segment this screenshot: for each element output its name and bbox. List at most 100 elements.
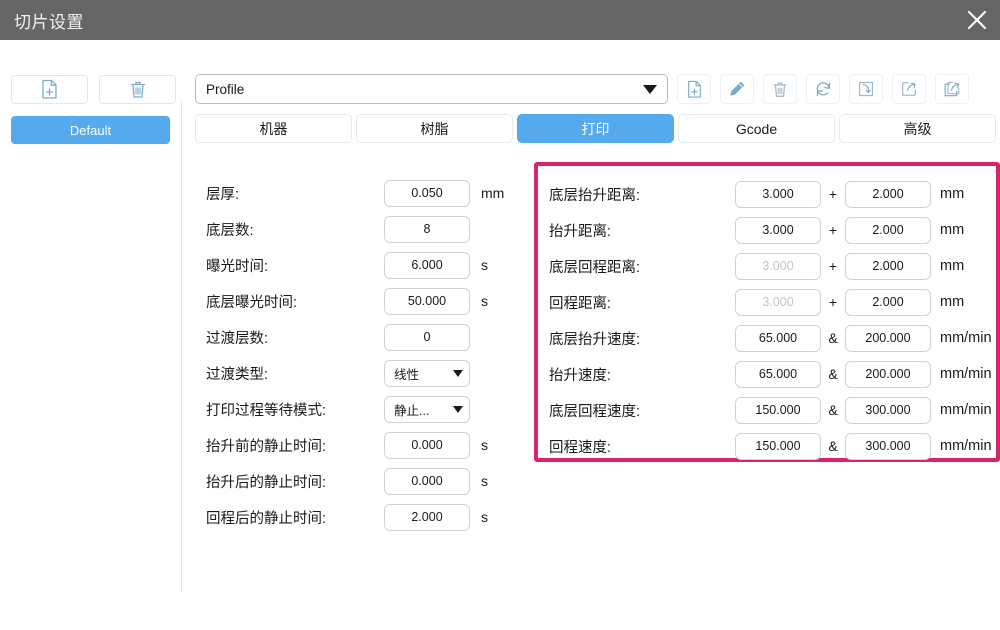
export-all-button[interactable]: [935, 74, 969, 104]
chevron-down-icon: [453, 405, 463, 413]
setting-label: 过渡类型:: [206, 366, 269, 383]
setting-unit: mm: [940, 258, 965, 274]
setting-label: 底层回程距离:: [549, 259, 641, 276]
tab-bar: 机器 树脂 打印 Gcode 高级: [195, 114, 996, 143]
select-value: 静止...: [394, 403, 430, 418]
setting-row-bottom-retract-speed: 底层回程速度: 150.000 & 300.000 mm/min: [549, 392, 999, 428]
retract-distance-input-1[interactable]: 3.000: [735, 288, 821, 316]
delete-button[interactable]: [763, 74, 797, 104]
setting-row-exposure-time: 曝光时间: 6.000 s: [206, 247, 506, 283]
tab-advanced[interactable]: 高级: [839, 114, 996, 143]
setting-label: 回程距离:: [549, 295, 612, 312]
delete-profile-button[interactable]: [99, 75, 176, 104]
lift-speed-input-2[interactable]: 200.000: [845, 360, 931, 388]
bottom-lift-distance-input-2[interactable]: 2.000: [845, 180, 931, 208]
pencil-icon: [730, 81, 745, 96]
bottom-layers-input[interactable]: 8: [384, 215, 470, 243]
lift-distance-input-2[interactable]: 2.000: [845, 216, 931, 244]
setting-label: 打印过程等待模式:: [206, 402, 327, 419]
exposure-time-input[interactable]: 6.000: [384, 251, 470, 279]
tab-label: 高级: [903, 120, 932, 137]
setting-row-rest-after-lift: 抬升后的静止时间: 0.000 s: [206, 463, 506, 499]
refresh-button[interactable]: [806, 74, 840, 104]
profile-select[interactable]: Profile: [195, 74, 668, 104]
setting-unit: s: [481, 473, 488, 489]
tab-print[interactable]: 打印: [517, 114, 674, 143]
tab-label: 打印: [581, 120, 610, 137]
file-plus-icon: [687, 80, 701, 98]
operator: +: [828, 258, 838, 274]
sidebar-item-default[interactable]: Default: [11, 116, 170, 144]
bottom-retract-distance-input-1[interactable]: 3.000: [735, 252, 821, 280]
tab-resin[interactable]: 树脂: [356, 114, 513, 143]
bottom-exposure-time-input[interactable]: 50.000: [384, 287, 470, 315]
slice-settings-window: 切片设置 Default Profile 机器 树脂 打印 Gcode 高级 层…: [0, 0, 1000, 630]
print-wait-mode-select[interactable]: 静止...: [384, 395, 470, 423]
operator: +: [828, 186, 838, 202]
setting-label: 底层回程速度:: [549, 403, 641, 420]
sidebar-toolbar: [11, 75, 176, 104]
setting-unit: s: [481, 437, 488, 453]
setting-label: 抬升距离:: [549, 223, 612, 240]
transition-type-select[interactable]: 线性: [384, 359, 470, 387]
rest-after-retract-input[interactable]: 2.000: [384, 503, 470, 531]
setting-unit: mm: [940, 294, 965, 310]
bottom-lift-speed-input-2[interactable]: 200.000: [845, 324, 931, 352]
rest-before-lift-input[interactable]: 0.000: [384, 431, 470, 459]
export-button[interactable]: [892, 74, 926, 104]
edit-button[interactable]: [720, 74, 754, 104]
operator: +: [828, 222, 838, 238]
new-button[interactable]: [677, 74, 711, 104]
profile-select-value: Profile: [206, 81, 245, 97]
setting-label: 层厚:: [206, 186, 240, 203]
setting-unit: mm: [940, 186, 965, 202]
setting-unit: mm/min: [940, 402, 992, 418]
import-button[interactable]: [849, 74, 883, 104]
retract-speed-input-2[interactable]: 300.000: [845, 432, 931, 460]
profile-toolbar-row: Profile: [195, 74, 969, 104]
setting-label: 曝光时间:: [206, 258, 269, 275]
rest-after-lift-input[interactable]: 0.000: [384, 467, 470, 495]
export-arrow-icon: [902, 82, 916, 96]
lift-distance-input-1[interactable]: 3.000: [735, 216, 821, 244]
setting-unit: mm/min: [940, 330, 992, 346]
bottom-retract-speed-input-1[interactable]: 150.000: [735, 396, 821, 424]
setting-label: 底层抬升距离:: [549, 187, 641, 204]
setting-row-retract-distance: 回程距离: 3.000 + 2.000 mm: [549, 284, 999, 320]
bottom-lift-speed-input-1[interactable]: 65.000: [735, 324, 821, 352]
setting-unit: mm: [481, 185, 505, 201]
operator: &: [828, 330, 838, 346]
close-button[interactable]: [954, 0, 1000, 40]
setting-label: 抬升后的静止时间:: [206, 474, 327, 491]
tab-label: Gcode: [735, 120, 778, 137]
print-settings-left-column: 层厚: 0.050 mm 底层数: 8 曝光时间: 6.000 s 底层曝光时间…: [206, 175, 506, 535]
sidebar: Default: [0, 40, 181, 630]
refresh-icon: [816, 81, 830, 96]
window-title: 切片设置: [14, 12, 84, 32]
add-profile-button[interactable]: [11, 75, 88, 104]
operator: +: [828, 294, 838, 310]
bottom-retract-speed-input-2[interactable]: 300.000: [845, 396, 931, 424]
setting-unit: mm/min: [940, 366, 992, 382]
tab-machine[interactable]: 机器: [195, 114, 352, 143]
operator: &: [828, 366, 838, 382]
operator: &: [828, 402, 838, 418]
retract-distance-input-2[interactable]: 2.000: [845, 288, 931, 316]
setting-unit: s: [481, 293, 488, 309]
highlighted-settings-panel: 底层抬升距离: 3.000 + 2.000 mm 抬升距离: 3.000 + 2…: [534, 162, 1000, 462]
bottom-lift-distance-input-1[interactable]: 3.000: [735, 180, 821, 208]
tab-gcode[interactable]: Gcode: [678, 114, 835, 143]
main-panel: Profile 机器 树脂 打印 Gcode 高级 层厚: 0.050 mm 底…: [182, 40, 1000, 630]
titlebar: 切片设置: [0, 0, 1000, 40]
setting-row-bottom-lift-distance: 底层抬升距离: 3.000 + 2.000 mm: [549, 176, 999, 212]
transition-layers-input[interactable]: 0: [384, 323, 470, 351]
export-copy-icon: [944, 81, 960, 97]
sidebar-item-label: Default: [69, 122, 112, 138]
lift-speed-input-1[interactable]: 65.000: [735, 360, 821, 388]
setting-unit: mm: [940, 222, 965, 238]
bottom-retract-distance-input-2[interactable]: 2.000: [845, 252, 931, 280]
setting-row-wait-mode: 打印过程等待模式: 静止...: [206, 391, 506, 427]
layer-thickness-input[interactable]: 0.050: [384, 179, 470, 207]
trash-icon: [773, 82, 787, 97]
retract-speed-input-1[interactable]: 150.000: [735, 432, 821, 460]
